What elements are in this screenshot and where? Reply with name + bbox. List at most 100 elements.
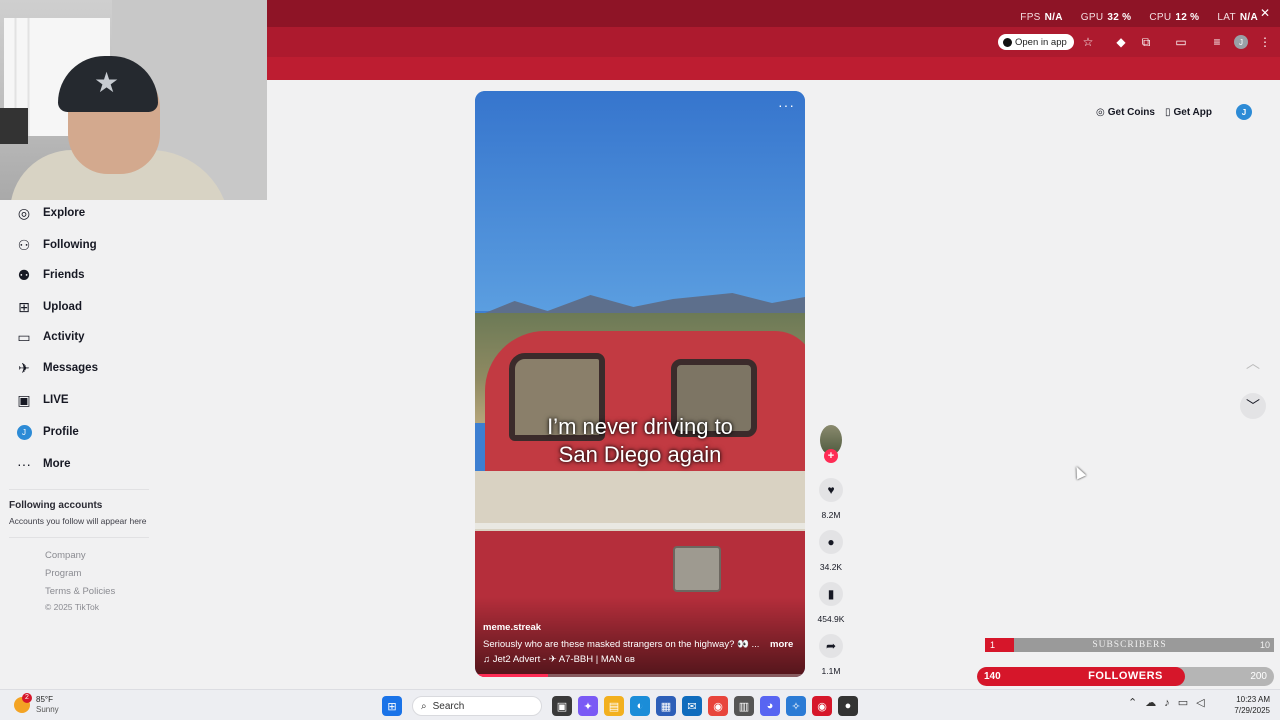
followers-label: FOLLOWERS bbox=[1088, 670, 1163, 682]
outlook-icon[interactable]: ✉ bbox=[682, 696, 702, 716]
search-label: Search bbox=[432, 700, 465, 712]
caption-line-2: San Diego again bbox=[558, 442, 722, 467]
sidebar-item-explore[interactable]: ◎ Explore bbox=[16, 202, 85, 224]
volume-icon[interactable]: ◁ bbox=[1196, 696, 1204, 709]
comment-button[interactable]: ● bbox=[819, 530, 843, 554]
coin-icon: ◎ bbox=[1096, 106, 1105, 118]
browser-profile-avatar[interactable]: J bbox=[1234, 35, 1248, 49]
weather-badge: 2 bbox=[22, 693, 32, 703]
edge-icon[interactable]: ◐ bbox=[630, 696, 650, 716]
video-menu-icon[interactable]: ··· bbox=[778, 97, 795, 113]
sidebar-item-following[interactable]: ⚇ Following bbox=[16, 234, 97, 256]
extension-diamond-icon[interactable]: ◆ bbox=[1112, 33, 1130, 51]
kebab-menu-icon[interactable]: ⋮ bbox=[1256, 33, 1274, 51]
video-music[interactable]: ♫ Jet2 Advert - ✈ A7-BBH | MAN ɢʙ bbox=[483, 654, 635, 665]
taskbar-search[interactable]: ⌕ Search bbox=[412, 696, 542, 716]
sidebar-item-label: Explore bbox=[43, 207, 86, 219]
video-progress-fill bbox=[475, 674, 548, 677]
chrome-icon[interactable]: ◉ bbox=[708, 696, 728, 716]
sidebar-item-friends[interactable]: ⚉ Friends bbox=[16, 264, 85, 286]
cloud-icon[interactable]: ☁ bbox=[1145, 696, 1156, 709]
performance-overlay: FPS N/A GPU 32 % CPU 12 % LAT N/A bbox=[1020, 12, 1258, 23]
more-dots-icon: ··· bbox=[17, 456, 31, 472]
open-in-app-label: Open in app bbox=[1015, 36, 1067, 48]
sidebar-item-activity[interactable]: ▭ Activity bbox=[16, 326, 84, 348]
video-sky bbox=[475, 91, 805, 311]
more-button[interactable]: more bbox=[770, 639, 793, 650]
video-progress-bar[interactable] bbox=[475, 674, 805, 677]
calculator-icon[interactable]: ▥ bbox=[734, 696, 754, 716]
sidebar-item-messages[interactable]: ✈ Messages bbox=[16, 357, 98, 379]
truck-chrome-trim bbox=[475, 523, 805, 529]
share-count: 1.1M bbox=[821, 666, 841, 676]
chrome-active-icon[interactable]: ◉ bbox=[812, 696, 832, 716]
open-in-app-button[interactable]: Open in app bbox=[998, 34, 1074, 50]
sidebar-item-label: More bbox=[43, 458, 71, 470]
close-icon[interactable]: ✕ bbox=[1260, 6, 1270, 20]
truck-gas-cap bbox=[673, 546, 721, 592]
get-app-button[interactable]: ▯ Get App bbox=[1165, 107, 1212, 118]
cap-star-icon: ★ bbox=[94, 67, 120, 98]
next-video-chevron-down-icon[interactable]: ﹀ bbox=[1240, 393, 1266, 419]
chevron-up-icon[interactable]: ⌃ bbox=[1128, 696, 1137, 709]
user-avatar[interactable]: J bbox=[1236, 104, 1252, 120]
store-icon[interactable]: ▦ bbox=[656, 696, 676, 716]
video-author[interactable]: meme.streak bbox=[483, 622, 541, 633]
previous-video-chevron-up-icon[interactable]: ︿ bbox=[1240, 350, 1266, 376]
subscribers-goal: 10 bbox=[1259, 640, 1270, 650]
sun-icon: 2 bbox=[14, 693, 32, 713]
puzzle-icon[interactable]: ⧉ bbox=[1137, 33, 1155, 51]
windows-start-icon[interactable]: ⊞ bbox=[382, 696, 402, 716]
vscode-icon[interactable]: ✧ bbox=[786, 696, 806, 716]
system-clock[interactable]: 10:23 AM 7/29/2025 bbox=[1228, 694, 1270, 716]
like-button[interactable]: ♥ bbox=[819, 478, 843, 502]
footer-link-program[interactable]: Program bbox=[45, 568, 81, 579]
search-icon: ⌕ bbox=[421, 700, 427, 712]
microphone-icon[interactable]: ♪ bbox=[1164, 697, 1170, 709]
sidebar-item-profile[interactable]: J Profile bbox=[16, 421, 79, 443]
follow-plus-button[interactable]: + bbox=[824, 449, 838, 463]
header-actions: ◎ Get Coins ▯ Get App J bbox=[1096, 104, 1252, 120]
sidebar-item-live[interactable]: ▣ LIVE bbox=[16, 389, 69, 411]
person-follow-icon: ⚇ bbox=[17, 236, 31, 253]
webcam-monitor bbox=[0, 108, 28, 144]
discord-icon[interactable]: ◕ bbox=[760, 696, 780, 716]
display-icon[interactable]: ▭ bbox=[1178, 696, 1188, 709]
comment-icon: ● bbox=[827, 535, 835, 549]
file-explorer-icon[interactable]: ▤ bbox=[604, 696, 624, 716]
following-accounts-hint: Accounts you follow will appear here bbox=[9, 516, 147, 526]
get-coins-button[interactable]: ◎ Get Coins bbox=[1096, 107, 1155, 118]
star-icon[interactable]: ☆ bbox=[1079, 33, 1097, 51]
stat-fps: FPS N/A bbox=[1020, 12, 1063, 23]
video-description-text: Seriously who are these masked strangers… bbox=[483, 639, 760, 650]
task-view-icon[interactable]: ▣ bbox=[552, 696, 572, 716]
like-count: 8.2M bbox=[821, 510, 841, 520]
recording-app-icon[interactable]: ● bbox=[838, 696, 858, 716]
sidebar-item-label: LIVE bbox=[43, 394, 69, 406]
video-player[interactable]: I’m never driving to San Diego again ···… bbox=[475, 91, 805, 677]
sidebar-item-label: Following bbox=[43, 239, 97, 251]
friends-icon: ⚉ bbox=[17, 266, 31, 283]
share-button[interactable]: ➦ bbox=[819, 634, 843, 658]
playlist-icon[interactable]: ≡ bbox=[1208, 33, 1226, 51]
copilot-icon[interactable]: ✦ bbox=[578, 696, 598, 716]
footer-link-company[interactable]: Company bbox=[45, 550, 86, 561]
comment-count: 34.2K bbox=[819, 562, 843, 572]
clock-date: 7/29/2025 bbox=[1234, 706, 1270, 715]
get-app-label: Get App bbox=[1173, 106, 1212, 118]
footer-link-terms[interactable]: Terms & Policies bbox=[45, 586, 115, 597]
sidebar-divider bbox=[9, 489, 149, 490]
system-tray: ⌃ ☁ ♪ ▭ ◁ bbox=[1128, 696, 1205, 710]
clock-time: 10:23 AM bbox=[1236, 695, 1270, 704]
sidebar-item-more[interactable]: ··· More bbox=[16, 453, 70, 475]
subscribers-goal-bar: 1 SUBSCRIBERS 10 bbox=[985, 638, 1274, 652]
weather-widget[interactable]: 2 85°F Sunny bbox=[14, 693, 59, 715]
webcam-feed: ★ bbox=[0, 0, 267, 200]
stat-lat: LAT N/A bbox=[1217, 12, 1258, 23]
cast-icon[interactable]: ▭ bbox=[1172, 33, 1190, 51]
save-button[interactable]: ▮ bbox=[819, 582, 843, 606]
mouse-cursor-icon bbox=[1071, 464, 1087, 480]
windows-taskbar: 2 85°F Sunny ⊞ ⌕ Search ▣ ✦ ▤ ◐ ▦ ✉ ◉ ▥ ◕… bbox=[0, 689, 1280, 720]
subscribers-label: SUBSCRIBERS bbox=[1092, 640, 1167, 650]
sidebar-item-upload[interactable]: ⊞ Upload bbox=[16, 296, 82, 318]
